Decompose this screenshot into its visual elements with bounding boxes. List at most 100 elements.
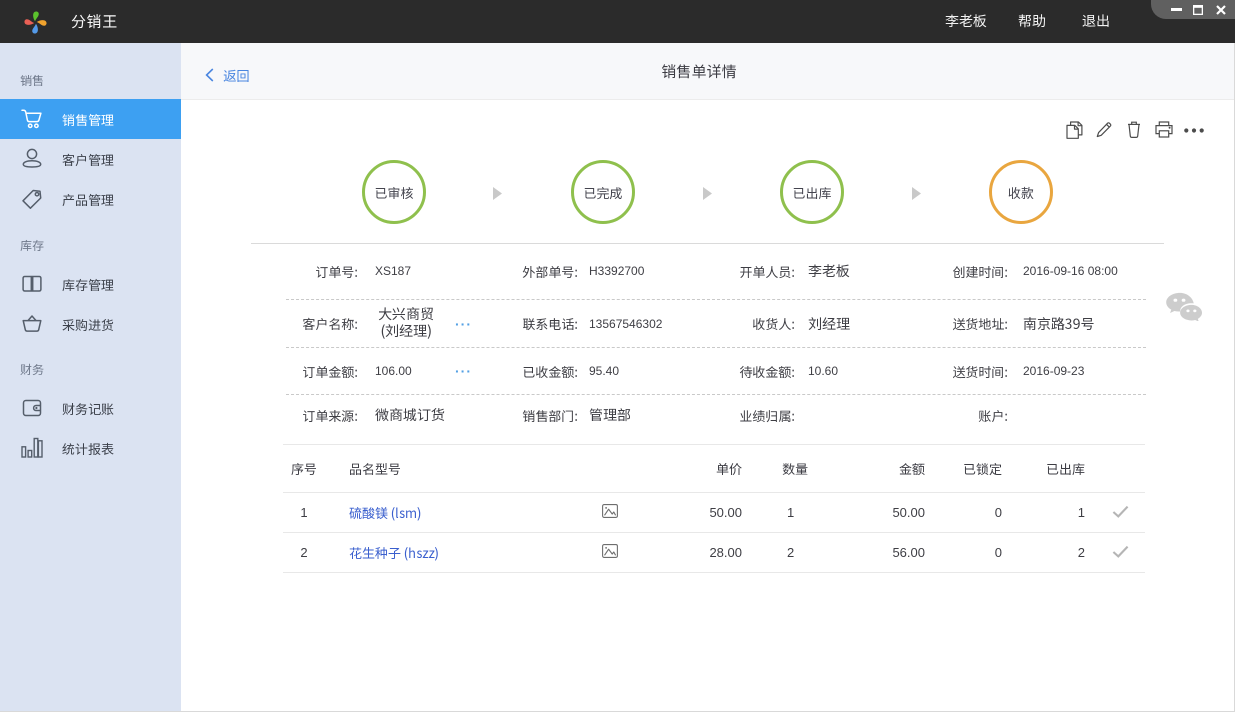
step-shipped: 已出库 <box>780 160 844 224</box>
col-index: 序号 <box>283 444 325 493</box>
cart-icon <box>19 106 45 132</box>
customer-name-block: 大兴商贸 (刘经理) <box>375 305 437 342</box>
current-user[interactable]: 李老板 <box>945 0 987 43</box>
item-price: 28.00 <box>637 532 742 573</box>
sidebar-item-label: 库存管理 <box>62 275 115 294</box>
field-value: 管理部 <box>589 405 631 425</box>
sidebar-item-statistics-reports[interactable]: 统计报表 <box>0 428 181 468</box>
customer-contact: (刘经理) <box>380 321 432 342</box>
col-image <box>583 444 637 493</box>
logout-link[interactable]: 退出 <box>1082 0 1110 43</box>
close-icon <box>1215 4 1226 15</box>
col-amount: 金额 <box>848 444 925 493</box>
item-index: 1 <box>283 492 325 533</box>
item-check <box>1085 532 1145 573</box>
sidebar-item-inventory-management[interactable]: 库存管理 <box>0 264 181 304</box>
minimize-button[interactable] <box>1166 0 1186 19</box>
minimize-icon <box>1170 8 1182 11</box>
check-icon <box>1112 505 1129 518</box>
image-placeholder-icon <box>602 544 618 558</box>
item-name: 花生种子 (hszz) <box>325 532 583 573</box>
arrow-right-icon <box>493 187 502 200</box>
item-shipped: 1 <box>1002 492 1085 533</box>
table-row: 1 硫酸镁 (lsm) 50.00 1 50.00 0 1 <box>283 492 1145 533</box>
close-button[interactable] <box>1212 0 1229 19</box>
maximize-icon <box>1193 4 1203 15</box>
sidebar-item-product-management[interactable]: 产品管理 <box>0 179 181 219</box>
field-label: 收货人: <box>752 314 795 333</box>
maximize-button[interactable] <box>1189 0 1207 19</box>
chevron-left-icon <box>205 67 214 82</box>
field-label: 业绩归属: <box>739 405 795 425</box>
item-qty: 2 <box>742 532 848 573</box>
field-value: 2016-09-23 <box>1023 364 1085 378</box>
item-amount: 56.00 <box>848 532 925 573</box>
app-title: 分销王 <box>71 11 118 32</box>
copy-icon[interactable] <box>1066 121 1083 139</box>
sidebar-item-finance-bookkeeping[interactable]: 财务记账 <box>0 388 181 428</box>
edit-icon[interactable] <box>1096 121 1112 138</box>
field-label: 客户名称: <box>302 314 358 333</box>
field-label: 待收金额: <box>739 361 795 381</box>
sidebar-item-customer-management[interactable]: 客户管理 <box>0 139 181 179</box>
detail-row: 订单金额: 106.00 ··· 已收金额: 95.40 待收金额: 10.60 … <box>286 348 1146 395</box>
item-check <box>1085 492 1145 533</box>
step-label: 收款 <box>1007 182 1034 202</box>
help-link[interactable]: 帮助 <box>1018 0 1046 43</box>
product-link[interactable]: 硫酸镁 (lsm) <box>349 503 422 522</box>
item-image[interactable] <box>583 532 637 573</box>
sidebar-item-label: 销售管理 <box>62 110 115 129</box>
back-link[interactable]: 返回 <box>205 46 250 103</box>
item-image[interactable] <box>583 492 637 533</box>
sidebar: 销售 销售管理 客户管理 产品管理 库存 库存管理 采购进货 财务 财务记账 统… <box>0 43 181 711</box>
item-qty: 1 <box>742 492 848 533</box>
field-value: 95.40 <box>589 364 620 378</box>
order-details: 订单号: XS187 外部单号: H3392700 开单人员: 李老板 创建时间… <box>286 243 1146 435</box>
book-icon <box>19 271 45 297</box>
delete-icon[interactable] <box>1127 121 1141 138</box>
wallet-icon <box>19 395 45 421</box>
sidebar-item-label: 客户管理 <box>62 150 115 169</box>
order-items-table: 序号 品名型号 单价 数量 金额 已锁定 已出库 1 硫酸镁 (lsm) 50.… <box>283 444 1145 573</box>
print-icon[interactable] <box>1155 121 1173 138</box>
app-logo-pinwheel-icon <box>24 11 47 34</box>
detail-row: 客户名称: 大兴商贸 (刘经理) ··· 联系电话: 13567546302 收货人… <box>286 300 1146 348</box>
col-shipped: 已出库 <box>1002 444 1085 493</box>
sidebar-section-sales: 销售 <box>20 72 45 89</box>
sidebar-item-sales-management[interactable]: 销售管理 <box>0 99 181 139</box>
detail-row: 订单来源: 微商城订货 销售部门: 管理部 业绩归属: 账户: <box>286 395 1146 435</box>
field-label: 送货时间: <box>952 361 1008 381</box>
item-index: 2 <box>283 532 325 573</box>
sidebar-section-inventory-group: 库存 库存管理 采购进货 <box>0 219 181 344</box>
step-label: 已审核 <box>374 182 414 202</box>
page-title: 销售单详情 <box>661 61 737 82</box>
arrow-right-icon <box>912 187 921 200</box>
sidebar-item-purchasing[interactable]: 采购进货 <box>0 304 181 344</box>
more-actions-icon[interactable] <box>1184 128 1204 133</box>
step-completed: 已完成 <box>571 160 635 224</box>
more-link[interactable]: ··· <box>455 364 472 378</box>
field-label: 开单人员: <box>739 261 795 281</box>
field-value: 大兴商贸 (刘经理) ··· <box>375 305 494 342</box>
user-icon <box>19 146 45 172</box>
step-payment: 收款 <box>989 160 1053 224</box>
field-label: 销售部门: <box>522 405 578 425</box>
field-label: 创建时间: <box>952 261 1008 281</box>
col-price: 单价 <box>637 444 742 493</box>
field-value: 2016-09-16 08:00 <box>1023 264 1118 278</box>
item-locked: 0 <box>925 532 1002 573</box>
field-value: 李老板 <box>808 261 850 281</box>
sidebar-item-label: 财务记账 <box>62 399 115 418</box>
product-link[interactable]: 花生种子 (hszz) <box>349 543 439 562</box>
field-value: 106.00 ··· <box>375 364 494 378</box>
sidebar-section-inventory: 库存 <box>20 237 45 254</box>
sidebar-item-label: 统计报表 <box>62 439 115 458</box>
field-label: 联系电话: <box>522 314 578 333</box>
field-value: 刘经理 <box>808 313 850 334</box>
detail-row: 订单号: XS187 外部单号: H3392700 开单人员: 李老板 创建时间… <box>286 243 1146 300</box>
more-link[interactable]: ··· <box>455 317 472 331</box>
field-label: 订单金额: <box>302 361 358 381</box>
item-locked: 0 <box>925 492 1002 533</box>
wechat-icon[interactable] <box>1164 291 1206 321</box>
sidebar-section-finance-group: 财务 财务记账 统计报表 <box>0 344 181 468</box>
